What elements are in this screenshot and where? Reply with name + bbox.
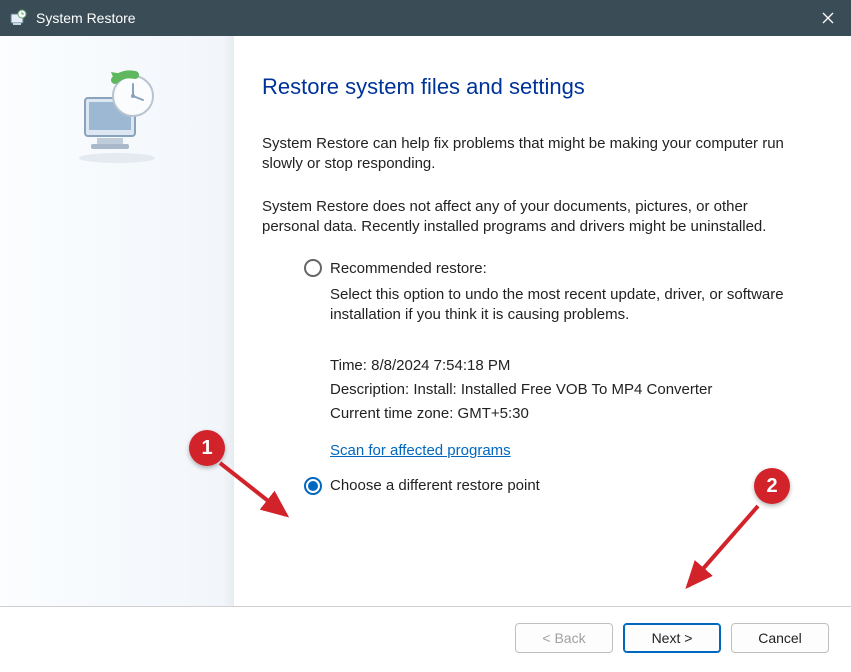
annotation-badge-1: 1 [189, 430, 225, 466]
restore-point-info: Time: 8/8/2024 7:54:18 PM Description: I… [330, 354, 801, 426]
window-title: System Restore [36, 10, 136, 26]
main-panel: Restore system files and settings System… [234, 36, 851, 606]
option-different[interactable]: Choose a different restore point [304, 477, 801, 495]
close-button[interactable] [805, 0, 851, 36]
radio-different[interactable] [304, 477, 322, 495]
side-panel [0, 36, 234, 606]
intro-paragraph-1: System Restore can help fix problems tha… [262, 134, 801, 175]
close-icon [822, 12, 834, 24]
option-recommended-label: Recommended restore: [330, 260, 487, 277]
system-restore-icon [67, 66, 167, 166]
option-recommended-detail: Select this option to undo the most rece… [330, 285, 801, 326]
page-heading: Restore system files and settings [262, 74, 801, 100]
scan-affected-programs-link[interactable]: Scan for affected programs [330, 442, 511, 459]
next-button[interactable]: Next > [623, 623, 721, 653]
button-bar: < Back Next > Cancel [0, 606, 851, 669]
app-icon [8, 8, 28, 28]
content-area: Restore system files and settings System… [0, 36, 851, 606]
restore-point-time: Time: 8/8/2024 7:54:18 PM [330, 354, 801, 378]
restore-point-timezone: Current time zone: GMT+5:30 [330, 402, 801, 426]
option-different-label: Choose a different restore point [330, 477, 540, 494]
radio-recommended[interactable] [304, 259, 322, 277]
back-button: < Back [515, 623, 613, 653]
option-recommended[interactable]: Recommended restore: [304, 259, 801, 277]
intro-paragraph-2: System Restore does not affect any of yo… [262, 197, 801, 238]
cancel-button[interactable]: Cancel [731, 623, 829, 653]
restore-point-description: Description: Install: Installed Free VOB… [330, 378, 801, 402]
title-bar: System Restore [0, 0, 851, 36]
restore-options: Recommended restore: Select this option … [304, 259, 801, 495]
annotation-badge-2: 2 [754, 468, 790, 504]
